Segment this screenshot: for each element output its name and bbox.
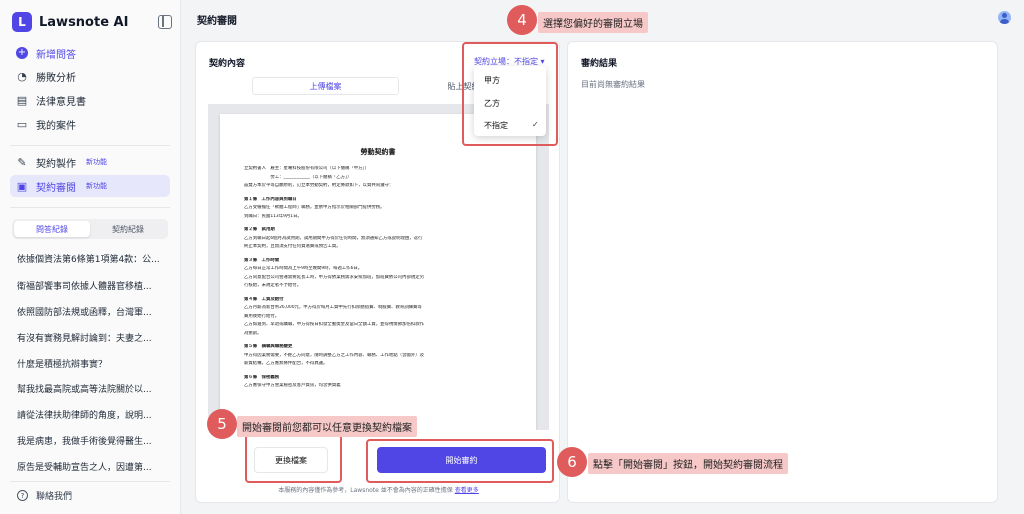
- document-line: 到職日：民國113年9月1日。: [244, 213, 302, 219]
- contact-us-link[interactable]: ? 聯絡我們: [17, 489, 72, 502]
- step-6-note: 點擊「開始審閱」按鈕，開始契約審閱流程: [588, 453, 788, 474]
- step-4-note: 選擇您偏好的審閱立場: [538, 12, 648, 33]
- history-segmented-control: 問答紀錄 契約紀錄: [12, 219, 168, 239]
- folder-icon: ▭: [16, 117, 28, 131]
- sidebar-item-new-question[interactable]: + 新增問答: [10, 42, 170, 64]
- document-preview[interactable]: 勞動契約書 立契約書人 雇主：星曜科技股份有限公司（以下簡稱「甲方」） 勞工：_…: [208, 104, 549, 430]
- review-result-card: 審約結果 目前尚無審約結果: [567, 41, 998, 503]
- review-result-title: 審約結果: [581, 59, 618, 69]
- highlight-start-review: [366, 439, 554, 483]
- document-line: 乙方同意配合公司營運需要延長工時，甲方得依業務需求安排加班，加班費依公司內部規定…: [244, 274, 425, 280]
- disclaimer: 本服務的內容僅作為參考，Lawsnote 並不會為內容的正確性擔保 查看更多: [196, 485, 561, 494]
- document-line: 立契約書人 雇主：星曜科技股份有限公司（以下簡稱「甲方」）: [244, 166, 370, 171]
- document-line: 終止本契約，且無須支付任何資遣費或預告工資。: [244, 244, 341, 249]
- plus-circle-icon: +: [16, 47, 28, 59]
- document-line: 第３條 工作時間: [244, 257, 280, 263]
- lawsnote-logo-icon: L: [12, 12, 32, 32]
- user-avatar-icon[interactable]: [998, 11, 1011, 24]
- document-icon: ▤: [16, 93, 28, 107]
- sidebar-item-label: 我的案件: [36, 120, 76, 132]
- pen-icon: ✎: [17, 155, 27, 169]
- history-item[interactable]: 依照國防部法規或函釋，台灣軍...: [17, 305, 167, 318]
- highlight-replace-file: [245, 434, 342, 483]
- sidebar: L Lawsnote AI + 新增問答 ◔ 勝敗分析 ▤ 法律意見書 ▭ 我的…: [0, 0, 181, 514]
- tab-contract-history[interactable]: 契約紀錄: [90, 221, 166, 237]
- new-feature-badge: 新功能: [86, 182, 107, 190]
- tab-question-history[interactable]: 問答紀錄: [14, 221, 90, 237]
- document-title: 勞動契約書: [360, 148, 396, 156]
- tab-upload-file[interactable]: 上傳檔案: [252, 77, 399, 95]
- contract-document-page: 勞動契約書 立契約書人 雇主：星曜科技股份有限公司（以下簡稱「甲方」） 勞工：_…: [220, 114, 536, 430]
- document-line: 第５條 調職與職務變更: [244, 344, 293, 349]
- contact-us-label: 聯絡我們: [36, 492, 73, 502]
- sidebar-item-label: 契約審閱: [36, 182, 76, 194]
- history-item[interactable]: 原告是受輔助宣告之人，因遭第...: [17, 460, 167, 473]
- contract-review-icon: ▣: [16, 179, 28, 193]
- document-line: 第２條 試用期: [244, 227, 275, 232]
- document-line: 乙方到職日起6個月為試用期，試用期間甲方得於任何時間，無須通知乙方或說明理由，逕…: [244, 235, 423, 241]
- document-line: 乙方如遲到、早退或曠職，甲方得按日扣發全勤獎金及當日全額工資，並得視情節加倍扣款…: [244, 322, 425, 327]
- sidebar-item-contract-drafting[interactable]: ✎ 契約製作 新功能: [10, 151, 170, 173]
- document-line: 第１條 工作內容與到職日: [244, 196, 297, 202]
- document-line: 乙方月薪為新台幣26,000元，甲方得於每月工資中先行扣除膳宿費、制服費、教育訓…: [244, 305, 422, 310]
- sidebar-item-my-cases[interactable]: ▭ 我的案件: [10, 113, 170, 135]
- document-line: 甲方得因業務需要，不經乙方同意，隨時調整乙方之工作內容、職務、工作地點（含國外）…: [244, 352, 425, 358]
- sidebar-item-label: 新增問答: [36, 49, 76, 61]
- sidebar-item-contract-review[interactable]: ▣ 契約審閱 新功能: [10, 175, 170, 197]
- step-5-note: 開始審閱前您都可以任意更換契約檔案: [237, 416, 417, 437]
- sidebar-divider: [10, 145, 170, 146]
- document-line: 乙方應保守甲方營業秘密及客戶資訊，均含供資義: [244, 383, 341, 388]
- disclaimer-text: 本服務的內容僅作為參考，Lawsnote 並不會為內容的正確性擔保: [278, 487, 453, 494]
- sidebar-item-legal-opinion[interactable]: ▤ 法律意見書: [10, 89, 170, 111]
- pie-chart-icon: ◔: [17, 69, 27, 83]
- history-item[interactable]: 我是病患，我做手術後覺得醫生...: [17, 434, 167, 447]
- new-feature-badge: 新功能: [86, 158, 107, 166]
- sidebar-collapse-icon[interactable]: [158, 15, 172, 29]
- sidebar-divider: [10, 481, 170, 482]
- review-result-empty: 目前尚無審約結果: [581, 80, 645, 89]
- page-title: 契約審閱: [197, 16, 237, 27]
- document-line: 第６條 保密義務: [244, 374, 280, 380]
- learn-more-link[interactable]: 查看更多: [455, 487, 479, 494]
- document-line: 第４條 工資及給付: [244, 296, 284, 302]
- contract-content-title: 契約內容: [209, 59, 246, 69]
- highlight-stance: [462, 42, 558, 146]
- document-line: 薪資結構，乙方應無條件配合，不得異議。: [244, 361, 328, 366]
- document-line: 勞工：____________（以下簡稱「乙方」）: [244, 174, 352, 180]
- history-item[interactable]: 什麼是積極抗辯事實？: [17, 357, 167, 370]
- history-item[interactable]: 請從法律扶助律師的角度，說明...: [17, 408, 167, 421]
- brand[interactable]: L Lawsnote AI: [12, 12, 128, 32]
- sidebar-item-label: 法律意見書: [36, 96, 86, 108]
- brand-name: Lawsnote AI: [39, 14, 129, 30]
- step-6-marker: 6: [557, 447, 587, 477]
- sidebar-item-label: 勝敗分析: [36, 72, 76, 84]
- document-line: 乙方受僱擔任「軟體工程師」職務，並依甲方指示於相關部門提供勞務。: [244, 205, 385, 210]
- step-5-marker: 5: [207, 409, 237, 439]
- document-line: 為懲罰。: [244, 330, 262, 336]
- document-line: 茲雙方本於平等自願原則，訂立本勞動契約，約定條款如下，以資共同遵守：: [244, 183, 394, 188]
- history-item[interactable]: 有沒有實務見解討論到：夫妻之...: [17, 331, 167, 344]
- sidebar-item-label: 契約製作: [36, 158, 76, 170]
- document-line: 乙方每日正常工作時間為上午9時至晚間9時，每週工作6日。: [244, 266, 363, 271]
- help-circle-icon: ?: [17, 490, 28, 501]
- history-item[interactable]: 衛福部饗事司依據人體器官移植...: [17, 279, 167, 292]
- document-line: 行核給，未規定者不予給付。: [244, 283, 302, 288]
- history-item[interactable]: 幫我找最高院或高等法院關於以...: [17, 382, 167, 395]
- document-line: 費用後始行給付。: [244, 313, 280, 319]
- sidebar-divider: [10, 207, 170, 208]
- step-4-marker: 4: [507, 5, 537, 35]
- history-item[interactable]: 依據個資法第6條第1項第4款：公...: [17, 252, 167, 265]
- sidebar-item-win-loss-analysis[interactable]: ◔ 勝敗分析: [10, 65, 170, 87]
